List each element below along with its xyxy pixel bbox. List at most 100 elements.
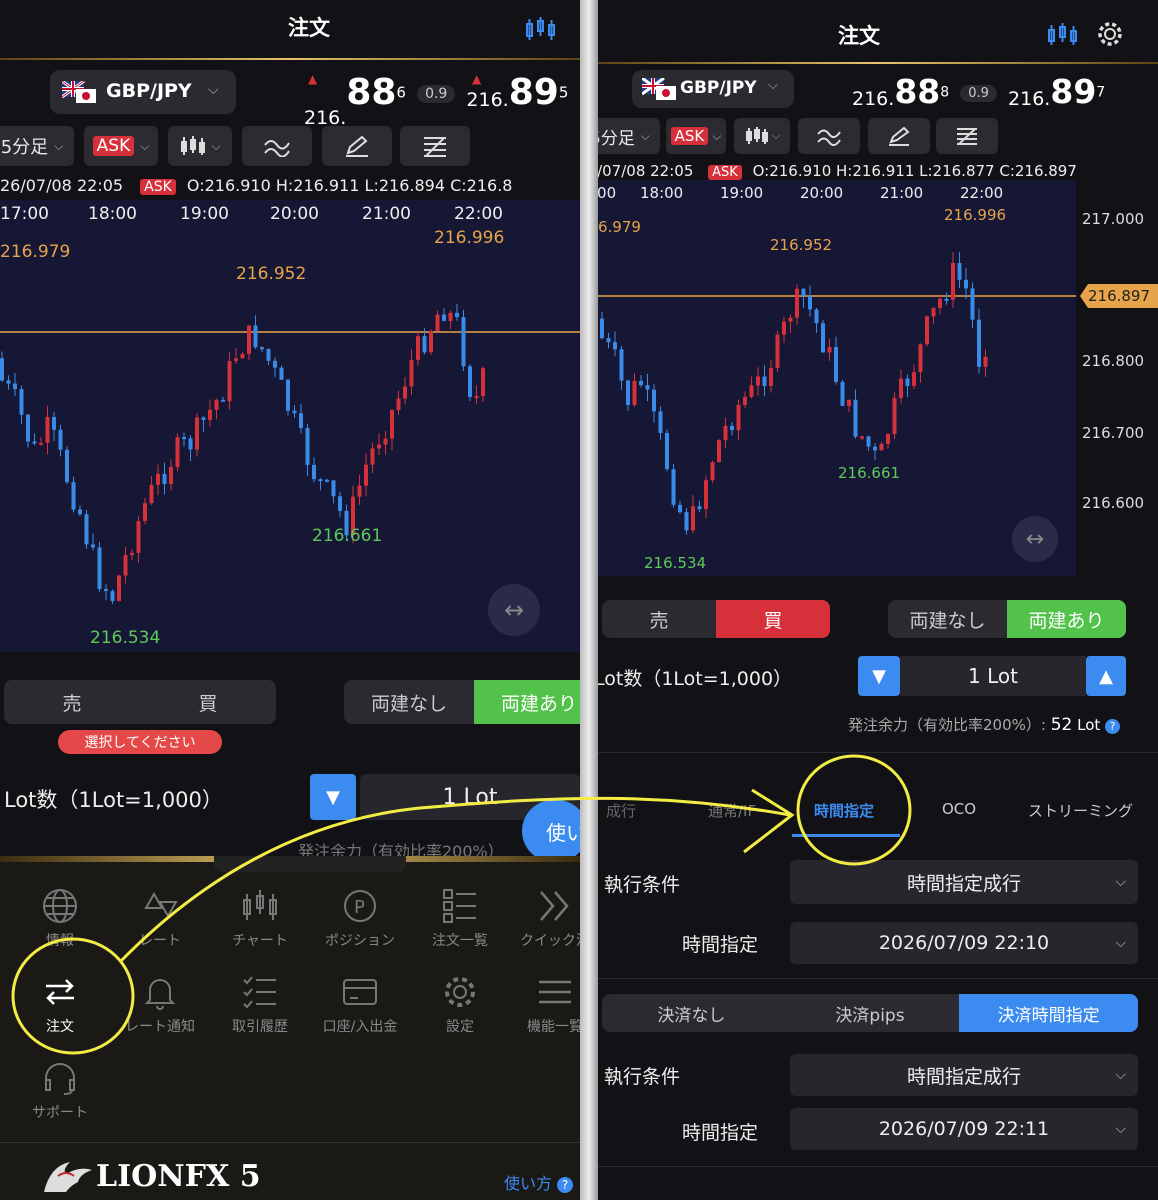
menu-quick[interactable]: クイック注 — [510, 886, 580, 950]
candle — [977, 319, 981, 367]
menu-position[interactable]: P ポジション — [315, 886, 405, 950]
tab-streaming[interactable]: ストリーミング — [1028, 800, 1133, 821]
drawer-handle[interactable] — [214, 856, 406, 872]
menu-account[interactable]: 口座/入出金 — [315, 972, 405, 1036]
candle — [730, 425, 734, 431]
current-price-tag: 216.897 — [1080, 284, 1158, 308]
fib-button[interactable] — [936, 118, 998, 154]
candle — [396, 398, 401, 411]
settle-none-button[interactable]: 決済なし — [602, 994, 781, 1032]
chevron-down-icon: ⌵ — [208, 82, 219, 98]
candle — [866, 436, 871, 447]
menu-settings[interactable]: 設定 — [415, 972, 505, 1036]
resize-arrows-icon[interactable]: ↔ — [1012, 516, 1058, 562]
help-bubble[interactable]: 使い — [522, 800, 580, 862]
up-triangle-icon: ▲ — [308, 72, 318, 86]
hedge-button[interactable]: 両建あり — [1007, 600, 1126, 638]
time-label: 時間指定 — [682, 934, 759, 956]
timeframe-selector[interactable]: 5分足⌵ — [0, 126, 74, 166]
left-screen: 注文 GBP/JPY ⌵ ▲ 216.886 0.9 216.895 ▲ 5分足… — [0, 0, 580, 1200]
exec-condition-select[interactable]: 時間指定成行 ⌵ — [790, 1054, 1138, 1096]
draw-button[interactable] — [322, 126, 392, 166]
candle — [938, 298, 942, 308]
menu-functions[interactable]: 機能一覧 — [510, 972, 580, 1036]
pair-selector[interactable]: GBP/JPY ⌵ — [50, 70, 236, 114]
sell-button[interactable]: 売 — [602, 600, 716, 638]
candle — [788, 317, 793, 322]
hedge-button[interactable]: 両建あり — [474, 680, 580, 724]
menu-history[interactable]: 取引履歴 — [215, 972, 305, 1036]
gear-icon[interactable] — [1096, 20, 1124, 48]
buy-button[interactable]: 買 — [140, 680, 276, 724]
menu-orders[interactable]: 注文一覧 — [415, 886, 505, 950]
menu-chart[interactable]: チャート — [215, 886, 305, 950]
menu-support[interactable]: サポート — [15, 1058, 105, 1122]
no-hedge-button[interactable]: 両建なし — [344, 680, 474, 724]
price-chart[interactable]: 17:00 18:00 19:00 20:00 21:00 22:00 216.… — [0, 200, 580, 652]
price-quote: 216.888 0.9 216.897 — [852, 72, 1152, 112]
candle — [600, 318, 604, 339]
help-icon[interactable]: ? — [1105, 719, 1121, 734]
fib-button[interactable] — [400, 126, 470, 166]
lot-decrease-button[interactable]: ▼ — [310, 774, 356, 820]
chart-type-button[interactable]: ⌵ — [168, 126, 232, 166]
right-screen: 注文 GBP/JPY ⌵ 216.888 0.9 216.897 5分足⌵ AS… — [598, 0, 1158, 1200]
page-title: 注文 — [838, 24, 880, 48]
mid-annotation: 216.952 — [236, 264, 307, 284]
menu-label: ポジション — [325, 933, 395, 949]
ask-selector[interactable]: ASK ⌵ — [666, 118, 726, 154]
lot-value[interactable]: 1 Lot — [900, 656, 1086, 696]
settlement-toggle[interactable]: 決済なし 決済pips 決済時間指定 — [602, 994, 1138, 1032]
candle — [364, 464, 368, 486]
buy-sell-toggle[interactable]: 売 買 — [602, 600, 830, 638]
no-hedge-button[interactable]: 両建なし — [888, 600, 1007, 638]
buy-sell-toggle[interactable]: 売 買 — [4, 680, 276, 724]
candle — [951, 263, 955, 300]
draw-button[interactable] — [868, 118, 930, 154]
ask-price-main: 89 — [1050, 72, 1097, 111]
timeframe-selector[interactable]: 5分足⌵ — [598, 118, 660, 154]
hedge-toggle[interactable]: 両建なし 両建あり — [888, 600, 1126, 638]
candlestick-icon[interactable] — [524, 16, 562, 42]
candle — [156, 473, 160, 485]
bid-price-sup: 8 — [940, 84, 950, 101]
screen-divider — [580, 0, 598, 1200]
pair-selector[interactable]: GBP/JPY ⌵ — [632, 70, 794, 108]
time-axis: :00 18:00 19:00 20:00 21:00 22:00 — [598, 184, 1076, 204]
resize-arrows-icon[interactable]: ↔ — [488, 584, 540, 636]
low-annotation: 216.661 — [312, 526, 383, 546]
time-select[interactable]: 2026/07/09 22:11 ⌵ — [790, 1108, 1138, 1150]
tab-normal-if[interactable]: 通常/IF — [708, 800, 756, 821]
bid-price-prefix: 216. — [852, 88, 895, 110]
candle — [188, 438, 193, 450]
double-chevron-icon — [540, 891, 569, 921]
settle-pips-button[interactable]: 決済pips — [781, 994, 960, 1032]
candle — [970, 288, 975, 320]
candle — [834, 347, 838, 382]
indicator-button[interactable] — [242, 126, 312, 166]
candle — [626, 380, 630, 406]
tab-market[interactable]: 成行 — [606, 800, 636, 821]
lot-decrease-button[interactable]: ▼ — [858, 656, 900, 696]
hedge-toggle[interactable]: 両建なし 両建あり — [344, 680, 580, 724]
candle — [143, 503, 147, 522]
exec-condition-label: 執行条件 — [604, 1066, 681, 1088]
lot-increase-button[interactable]: ▲ — [1086, 656, 1126, 696]
time-select[interactable]: 2026/07/09 22:10 ⌵ — [790, 922, 1138, 964]
candle — [808, 295, 812, 310]
margin-label: 発注余力（有効比率200%）: — [848, 716, 1046, 734]
howto-link[interactable]: 使い方 ? — [504, 1170, 574, 1194]
sell-button[interactable]: 売 — [4, 680, 140, 724]
buy-button[interactable]: 買 — [716, 600, 830, 638]
ask-selector[interactable]: ASK ⌵ — [84, 126, 158, 166]
candlestick-icon[interactable] — [1046, 22, 1080, 46]
tab-oco[interactable]: OCO — [942, 800, 976, 818]
price-chart[interactable]: :00 18:00 19:00 20:00 21:00 22:00 217.00… — [598, 180, 1158, 576]
ask-label: ASK — [92, 136, 135, 156]
candle — [983, 356, 988, 367]
indicator-button[interactable] — [798, 118, 860, 154]
candle — [723, 425, 728, 441]
header-divider — [0, 58, 580, 60]
chart-type-button[interactable]: ⌵ — [734, 118, 790, 154]
settle-time-button[interactable]: 決済時間指定 — [959, 994, 1138, 1032]
